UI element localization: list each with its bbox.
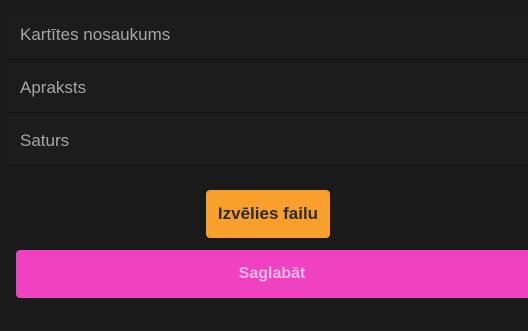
content-input[interactable] bbox=[20, 116, 528, 165]
choose-file-button[interactable]: Izvēlies failu bbox=[206, 190, 330, 238]
card-title-field bbox=[8, 10, 528, 60]
description-field bbox=[8, 63, 528, 113]
card-form-screen: Izvēlies failu Saglabāt bbox=[0, 0, 528, 331]
card-title-input[interactable] bbox=[20, 10, 528, 59]
description-input[interactable] bbox=[20, 63, 528, 112]
content-field bbox=[8, 116, 528, 166]
save-button[interactable]: Saglabāt bbox=[16, 250, 528, 298]
